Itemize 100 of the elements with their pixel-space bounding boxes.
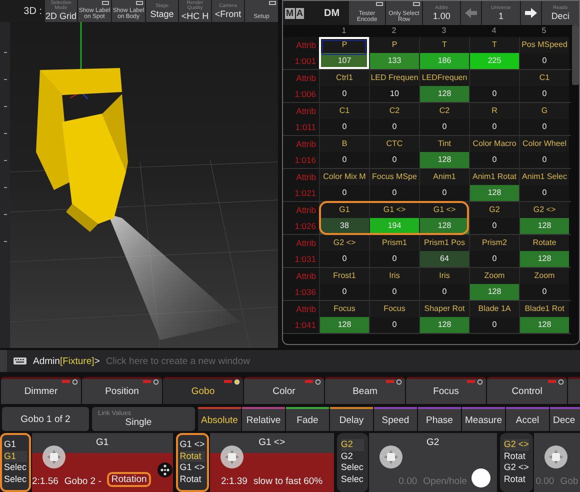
dmx-value[interactable]: 0	[469, 119, 519, 135]
dmx-value[interactable]: 128	[319, 317, 369, 333]
encoder-option[interactable]: Rotat	[180, 450, 205, 462]
dmx-value[interactable]: 0	[319, 86, 369, 102]
dmx-value[interactable]: 0	[369, 251, 419, 267]
attribute-name: Focus MSpe	[369, 169, 419, 185]
dmx-value[interactable]: 0	[419, 119, 469, 135]
feature-tab[interactable]: Control	[487, 377, 567, 404]
dmx-value[interactable]: 128	[419, 317, 469, 333]
attribute-name: Zoom	[519, 268, 569, 284]
encoder-panel[interactable]: G1 <> 2:1.39 slow to fast 60%	[210, 433, 334, 492]
dmx-value[interactable]: 0	[469, 152, 519, 168]
feature-tab[interactable]: Color	[244, 377, 324, 404]
placeholder-text: Click here to create a new window	[106, 356, 250, 366]
dmx-value[interactable]: 0	[369, 185, 419, 201]
layer-tab[interactable]: Fade	[286, 407, 329, 431]
dmx-value[interactable]: 0	[419, 185, 469, 201]
dmx-value[interactable]: 38	[319, 218, 369, 234]
layer-tab[interactable]: Absolute	[198, 407, 241, 431]
encoder-option[interactable]: G2 <>	[504, 462, 529, 474]
layer-tab[interactable]: Phase	[418, 407, 461, 431]
attribute-name: Color Mix M	[319, 169, 369, 185]
encoder-panel[interactable]: G1 2:1.56 Gobo 2 - Rotation	[32, 433, 173, 492]
encoder-option[interactable]: Selec	[340, 462, 364, 474]
encoder-option[interactable]: Selec	[4, 462, 27, 474]
encoder-option[interactable]: G2	[340, 439, 364, 450]
feature-tab[interactable]: Beam	[325, 377, 405, 404]
layer-tab[interactable]: Relative	[242, 407, 285, 431]
dmx-value[interactable]: 128	[419, 86, 469, 102]
encoder-title: G1	[95, 436, 110, 450]
encoder-option[interactable]: G1	[4, 450, 27, 462]
encoder-knob[interactable]	[378, 445, 403, 469]
dmx-value[interactable]: 128	[519, 317, 569, 333]
dmx-value[interactable]: 0	[519, 284, 569, 300]
dmx-value[interactable]: 0	[469, 218, 519, 234]
dmx-value[interactable]: 0	[369, 152, 419, 168]
encoder-option[interactable]: G1	[4, 439, 27, 450]
encoder-option-list[interactable]: G2 <> Rotat G2 <> Rotat	[500, 433, 533, 492]
encoder-option[interactable]: G1 <>	[180, 462, 205, 474]
encoder-knob[interactable]	[544, 445, 568, 469]
toolbar-value: <Front	[214, 10, 242, 18]
feature-tab[interactable]: Dimmer	[1, 377, 81, 404]
gobo-icon	[156, 462, 173, 478]
encoder-option[interactable]: Selec	[4, 474, 27, 485]
dmx-value[interactable]: 0	[469, 86, 519, 102]
tab-indicator-icon	[548, 379, 564, 385]
dmx-value[interactable]: 0	[519, 86, 569, 102]
encoder-knob[interactable]	[42, 445, 66, 469]
dmx-value[interactable]: 0	[319, 119, 369, 135]
encoder-option[interactable]: Selec	[340, 474, 364, 485]
dmx-value[interactable]: 0	[369, 119, 419, 135]
feature-tab[interactable]: Focus	[406, 377, 486, 404]
dmx-value[interactable]: 0	[319, 152, 369, 168]
encoder-panel[interactable]: G2 0.00 Open/hole	[368, 433, 497, 492]
next-button[interactable]	[520, 1, 541, 25]
feature-page-button[interactable]: Gobo 1 of 2	[2, 407, 89, 431]
encoder-option-list[interactable]: G2 G2 Selec Selec	[336, 433, 368, 492]
attribute-name: Prism1 Pos	[419, 235, 469, 251]
dmx-value[interactable]: 64	[419, 251, 469, 267]
attribute-name: G2 <>	[519, 202, 569, 218]
layer-tab[interactable]: Dece	[550, 407, 580, 431]
layer-tab[interactable]: Accel	[506, 407, 549, 431]
feature-tab[interactable]: Position	[82, 377, 162, 404]
scrollbar[interactable]	[572, 25, 579, 85]
encoder-option-list[interactable]: G1 <> Rotat G1 <> Rotat	[176, 433, 209, 492]
dmx-value[interactable]: 0	[519, 119, 569, 135]
dmx-value[interactable]: 0	[369, 284, 419, 300]
dmx-value[interactable]: 0	[319, 251, 369, 267]
dmx-value[interactable]: 0	[519, 185, 569, 201]
layer-tab[interactable]: Speed	[374, 407, 417, 431]
dmx-value[interactable]: 0	[469, 317, 519, 333]
dmx-value[interactable]: 0	[519, 152, 569, 168]
encoder-option[interactable]: Rotat	[504, 450, 529, 462]
dmx-value[interactable]: 128	[419, 152, 469, 168]
dmx-value[interactable]: 133	[369, 53, 419, 69]
encoder-option[interactable]: Rotat	[504, 474, 529, 485]
dmx-value[interactable]: 0	[419, 284, 469, 300]
dmx-value[interactable]: 0	[319, 284, 369, 300]
dmx-value[interactable]: 128	[519, 251, 569, 267]
dmx-value[interactable]: 10	[369, 86, 419, 102]
layer-tab[interactable]: Delay	[330, 407, 373, 431]
dmx-value[interactable]: 0	[369, 317, 419, 333]
dmx-value[interactable]: 128	[519, 218, 569, 234]
fixture-id: 1:041	[283, 317, 319, 333]
encoder-option[interactable]: G2 <>	[504, 439, 529, 450]
encoder-option[interactable]: Rotat	[180, 474, 205, 485]
encoder-option[interactable]: G1 <>	[180, 439, 205, 450]
encoder-option[interactable]: G2	[340, 450, 364, 462]
encoder-option-list[interactable]: G1 G1 Selec Selec	[0, 433, 31, 492]
encoder-value-text: slow to fast 60%	[253, 476, 323, 487]
encoder-knob[interactable]	[220, 445, 244, 469]
dmx-value[interactable]: 0	[319, 185, 369, 201]
dmx-value[interactable]: 0	[519, 53, 569, 69]
dmx-value[interactable]: 128	[469, 284, 519, 300]
previous-button[interactable]	[461, 1, 482, 25]
layer-tab[interactable]: Measure	[462, 407, 505, 431]
dmx-value[interactable]: 128	[419, 218, 469, 234]
dmx-value[interactable]: 128	[469, 185, 519, 201]
dmx-value[interactable]: 0	[469, 251, 519, 267]
feature-tab[interactable]: Gobo	[163, 377, 243, 404]
